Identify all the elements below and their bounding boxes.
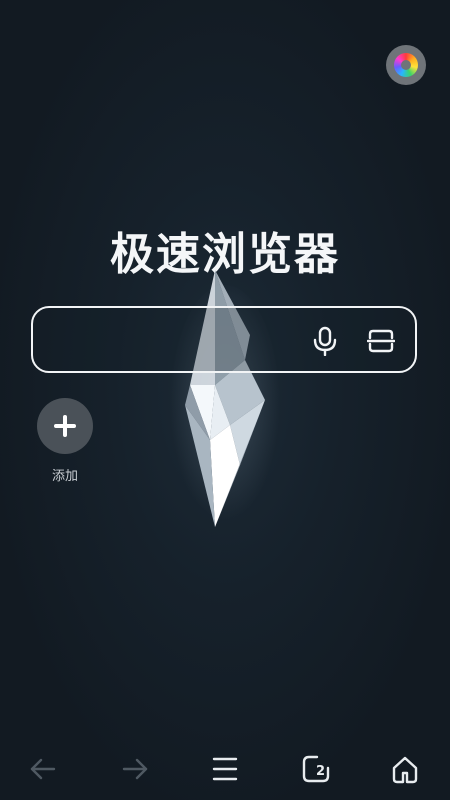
add-shortcut-label: 添加	[51, 469, 78, 484]
tabs-count: 2	[316, 764, 326, 779]
add-shortcut-button[interactable]	[37, 398, 93, 454]
arrow-right-icon[interactable]	[120, 754, 150, 784]
tabs-button[interactable]: 2	[301, 754, 331, 784]
browser-home-screen: 极速浏览器 添加 2	[0, 0, 450, 800]
add-shortcut[interactable]: 添加	[37, 398, 93, 484]
search-box[interactable]	[31, 306, 417, 373]
scan-icon[interactable]	[367, 328, 395, 354]
microphone-icon[interactable]	[311, 326, 339, 356]
search-input[interactable]	[47, 318, 301, 364]
color-ring-icon	[394, 53, 418, 77]
arrow-left-icon[interactable]	[28, 754, 58, 784]
menu-icon[interactable]	[210, 754, 240, 784]
profile-avatar-button[interactable]	[386, 45, 426, 85]
bottom-navigation-bar: 2	[0, 740, 450, 800]
plus-icon	[54, 415, 76, 437]
home-icon[interactable]	[390, 754, 420, 784]
